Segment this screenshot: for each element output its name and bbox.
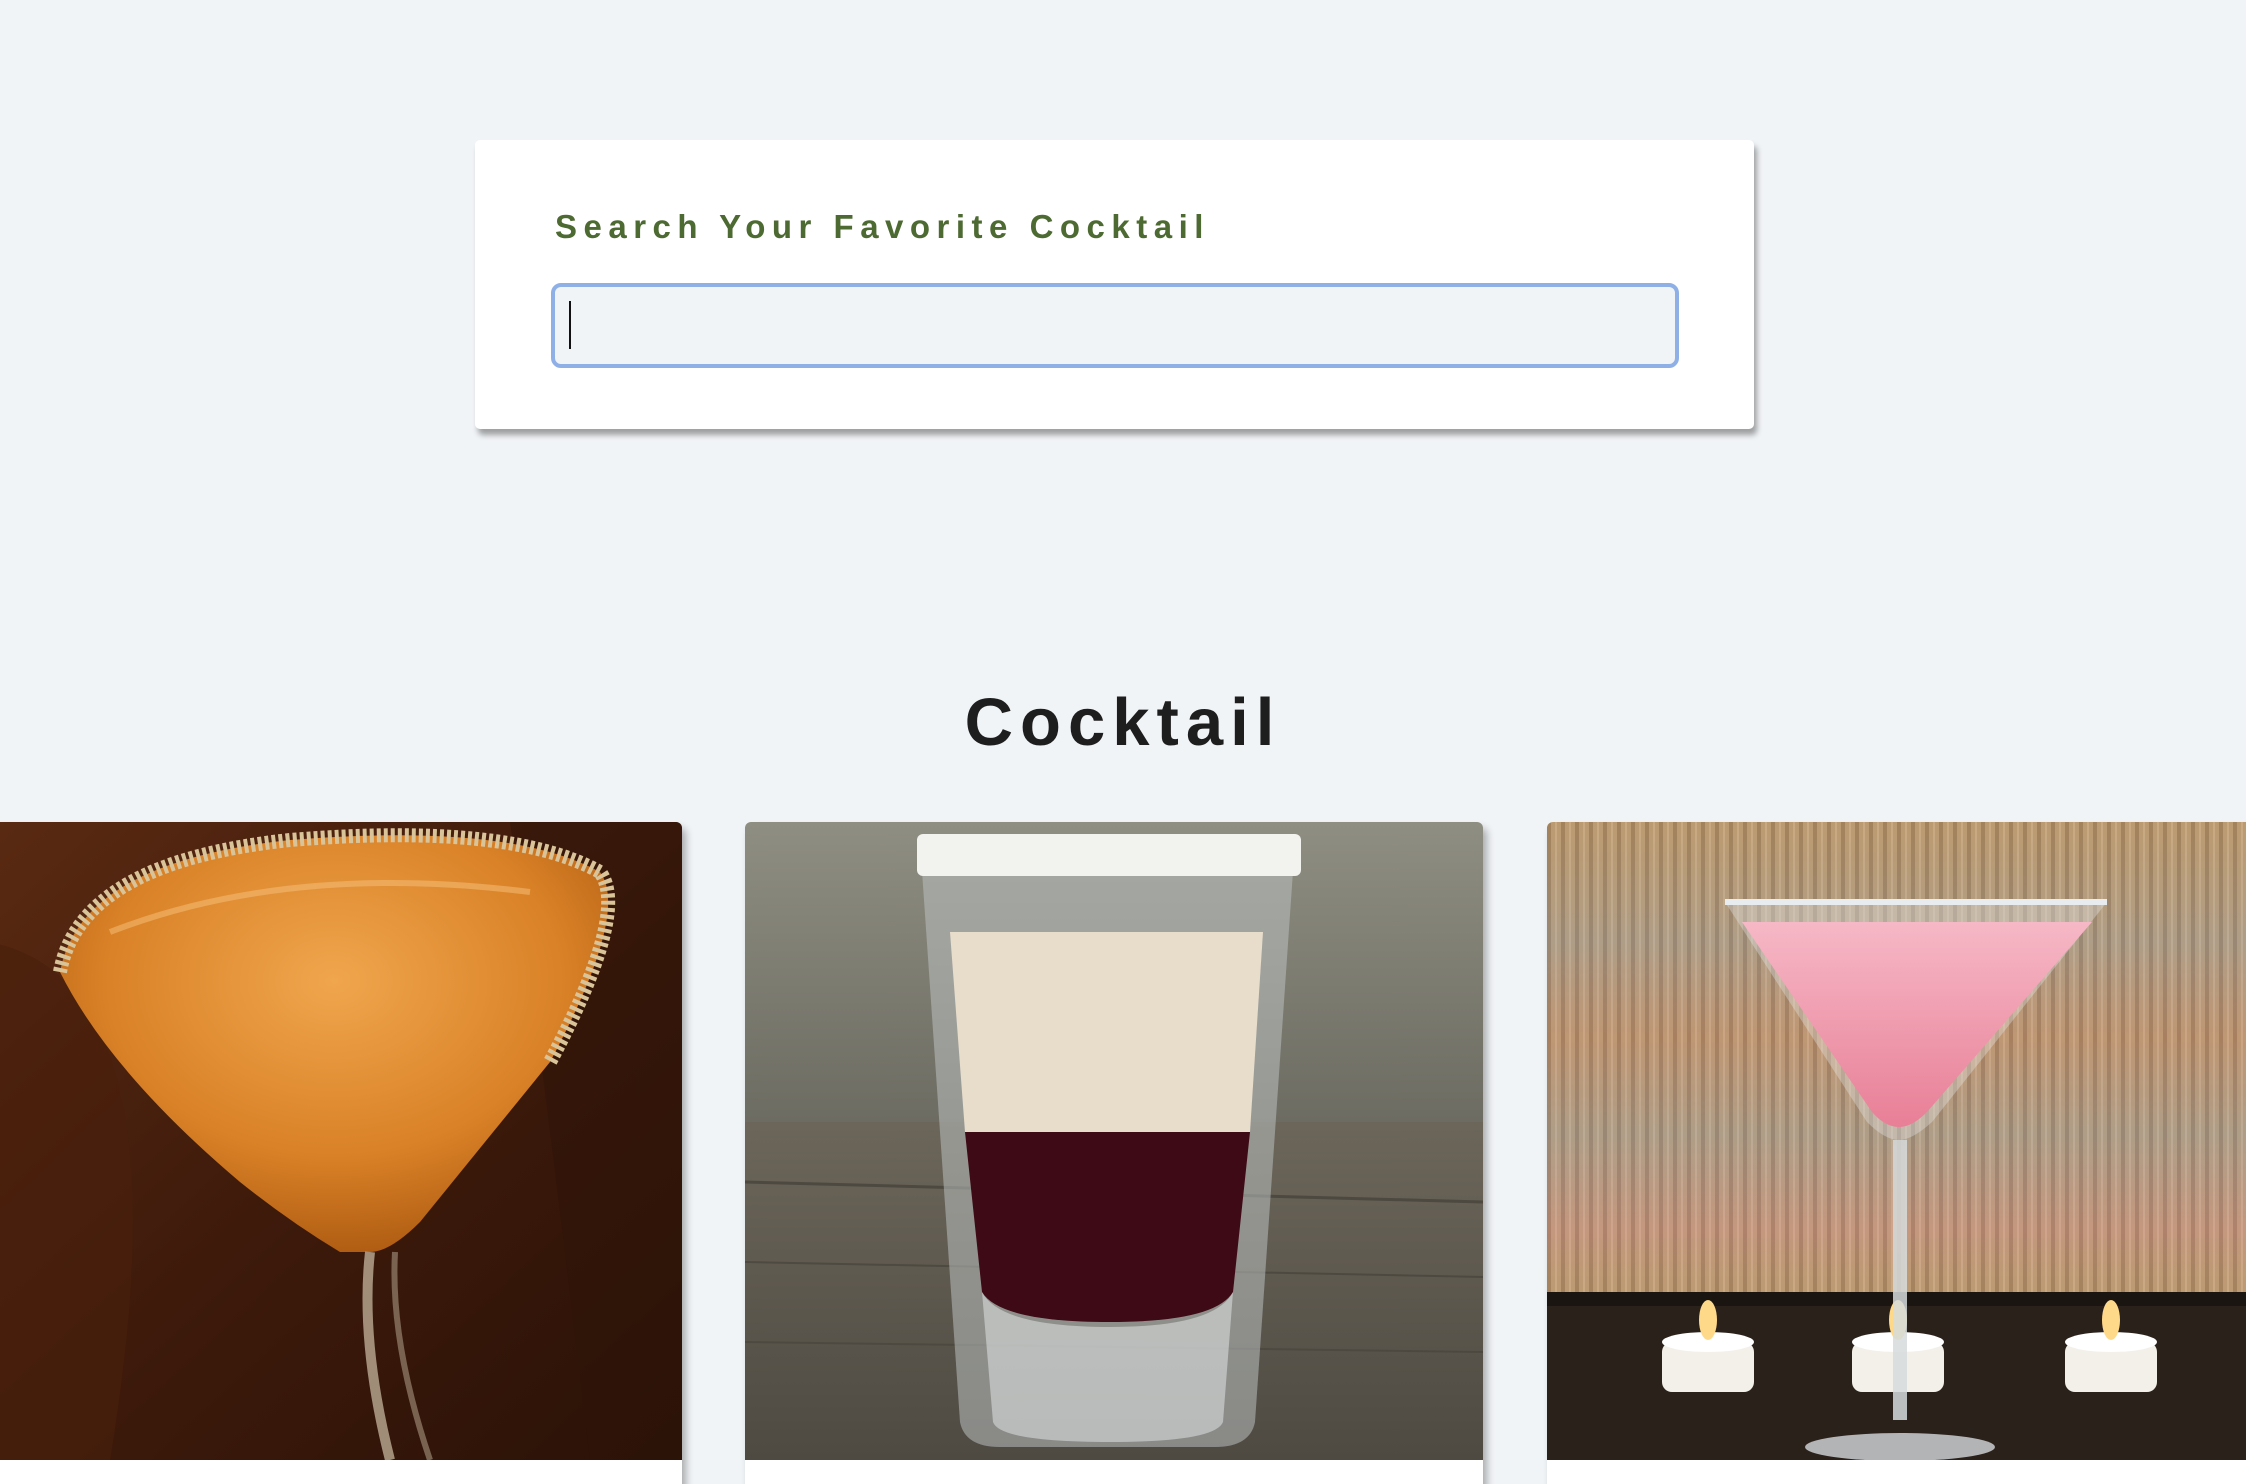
cocktail-image[interactable] [1547,822,2246,1460]
cocktail-search-page: Search Your Favorite Cocktail Cocktail [0,0,2246,1484]
cocktail-card[interactable] [0,822,682,1484]
search-form-card: Search Your Favorite Cocktail [475,140,1754,429]
search-input[interactable] [551,283,1679,368]
search-label: Search Your Favorite Cocktail [555,208,1210,245]
cocktail-card[interactable] [1547,822,2246,1484]
cocktail-image[interactable] [0,822,682,1460]
cocktail-image[interactable] [745,822,1483,1460]
cocktail-card[interactable] [745,822,1483,1484]
text-cursor [569,301,571,349]
section-title: Cocktail [964,684,1282,760]
